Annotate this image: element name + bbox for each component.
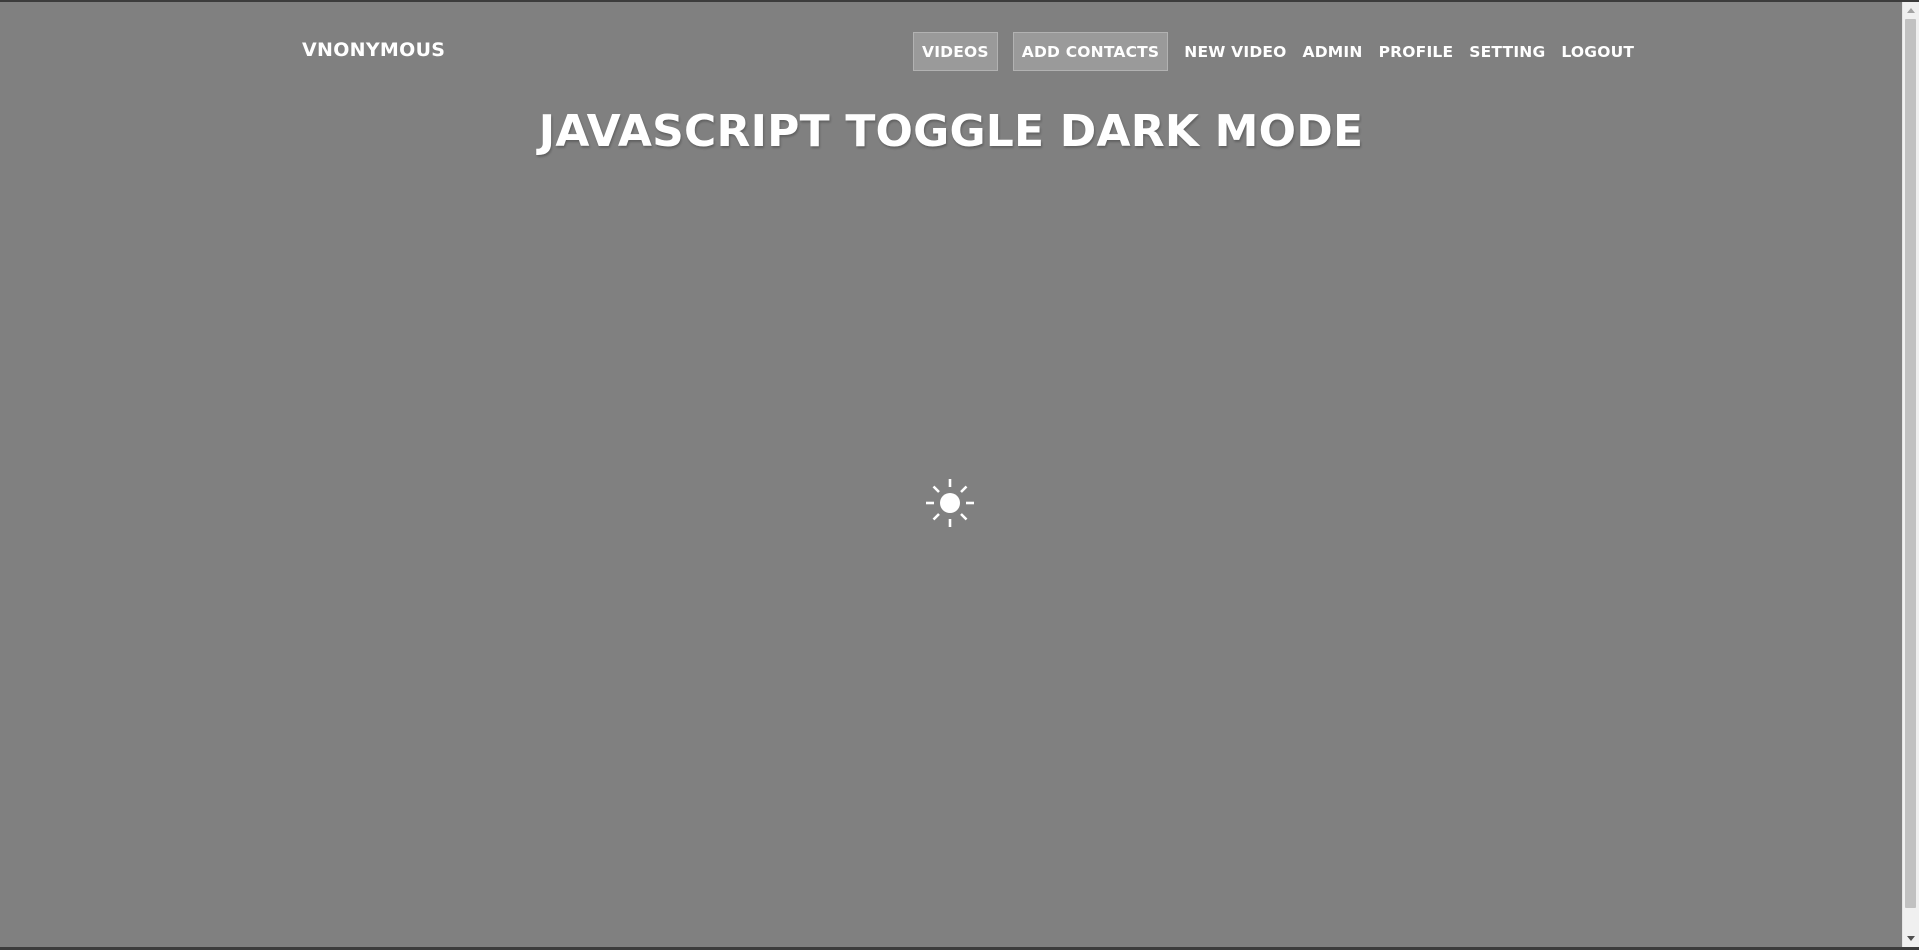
page-title: JAVASCRIPT TOGGLE DARK MODE (538, 106, 1364, 157)
caret-down-icon (1907, 935, 1915, 941)
page-viewport: VNONYMOUS VIDEOS ADD CONTACTS NEW VIDEO … (0, 2, 1902, 947)
brand-logo[interactable]: VNONYMOUS (302, 38, 445, 62)
main-navigation: VIDEOS ADD CONTACTS NEW VIDEO ADMIN PROF… (913, 31, 1634, 72)
dark-mode-toggle-button[interactable] (925, 478, 975, 528)
scroll-down-arrow[interactable] (1903, 930, 1919, 946)
nav-item-admin[interactable]: ADMIN (1303, 42, 1363, 62)
scroll-up-arrow[interactable] (1903, 2, 1919, 18)
nav-item-new-video[interactable]: NEW VIDEO (1184, 42, 1286, 62)
scrollbar-thumb[interactable] (1905, 19, 1916, 908)
nav-item-profile[interactable]: PROFILE (1379, 42, 1454, 62)
nav-item-logout[interactable]: LOGOUT (1561, 42, 1634, 62)
caret-up-icon (1907, 7, 1915, 13)
nav-item-add-contacts[interactable]: ADD CONTACTS (1012, 32, 1169, 71)
vertical-scrollbar[interactable] (1902, 2, 1919, 947)
nav-item-videos[interactable]: VIDEOS (913, 32, 998, 71)
sun-icon (926, 479, 974, 527)
nav-item-setting[interactable]: SETTING (1469, 42, 1545, 62)
